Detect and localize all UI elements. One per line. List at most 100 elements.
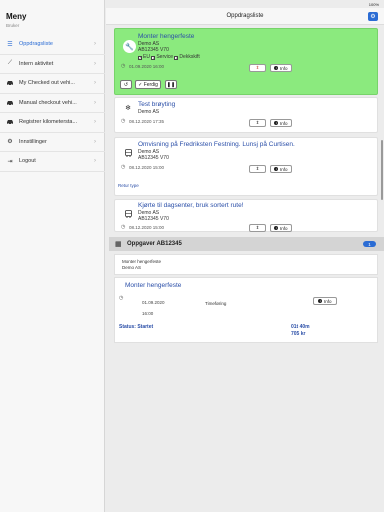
sidebar-item-oppdragsliste[interactable]: ☰ Oppdragsliste › (0, 35, 105, 55)
info-icon: i (274, 121, 279, 125)
menu-subtitle: Bruker (6, 23, 20, 28)
info-button[interactable]: i Info (270, 165, 292, 173)
info-icon: i (274, 167, 279, 171)
summary-title: Monter hengerfeste (122, 259, 162, 264)
task-customer: Demo AS (138, 109, 160, 115)
task-title: Omvisning på Fredriksten Festning. Lunsj… (138, 141, 295, 148)
chevron-down-icon: ⇕ (255, 166, 260, 171)
price-text: 705 kr (291, 331, 306, 337)
info-icon: i (318, 299, 323, 303)
battery-level: 100% (368, 2, 379, 7)
task-title: Kjørte til dagsenter, bruk sortert rute! (138, 202, 244, 209)
sidebar-item-innstillinger[interactable]: ⚙ Innstillinger › (0, 133, 105, 152)
list-icon: ☰ (7, 41, 13, 48)
check-label-eu: EU (143, 54, 150, 60)
task-checks: ✓EU ✓Service ✓Dekkskift (138, 54, 200, 60)
info-label: Info (279, 120, 288, 126)
car-icon (5, 79, 15, 87)
grid-icon: ▦ (115, 241, 122, 248)
task-date: 01.09.2020 16:00 (129, 64, 165, 69)
settings-button[interactable]: ⚙ (368, 12, 378, 21)
info-button[interactable]: i Info (270, 119, 292, 127)
sidebar-item-label: Innstillinger (19, 138, 47, 145)
task-date: 08.12.2020 17:35 (129, 119, 165, 124)
detail-date: 01.09.2020 (142, 300, 165, 305)
info-label: Info (279, 166, 288, 172)
undo-button[interactable]: ↺ (120, 80, 132, 89)
info-button[interactable]: i Info (313, 297, 337, 305)
sidebar-item-label: Registrer kilometersta... (19, 119, 78, 126)
chevron-right-icon: › (94, 158, 96, 165)
count-badge: 1 (363, 241, 376, 247)
expand-button[interactable]: ⇕ (249, 165, 266, 173)
chevron-right-icon: › (94, 99, 96, 106)
car-icon (5, 99, 15, 107)
oppgaver-header[interactable]: ▦ Oppgaver AB12345 1 (109, 237, 384, 251)
ferdig-button[interactable]: ✓ Ferdig (135, 80, 161, 89)
top-bar: Oppdragsliste ⚙ (106, 8, 384, 25)
chevron-right-icon: › (94, 41, 96, 48)
detail-title: Monter hengerfeste (125, 282, 182, 289)
checkbox-checked-icon: ✓ (151, 55, 156, 60)
snowflake-icon: ❄ (125, 105, 131, 112)
sidebar-item-label: Logout (19, 158, 36, 165)
detail-time: 16:00 (142, 311, 154, 316)
car-icon (5, 118, 15, 126)
summary-customer: Demo AS (122, 265, 142, 270)
info-icon: i (274, 66, 279, 70)
info-icon: i (274, 226, 279, 230)
task-date: 08.12.2020 15:00 (129, 225, 165, 230)
sidebar-item-registrer-km[interactable]: Registrer kilometersta... › (0, 113, 105, 133)
task-card-active[interactable]: 🔧 Monter hengerfeste Demo AS AB12345 V70… (114, 28, 378, 95)
info-button[interactable]: i Info (270, 64, 292, 72)
chevron-right-icon: › (94, 138, 96, 145)
task-card[interactable]: Omvisning på Fredriksten Festning. Lunsj… (114, 137, 378, 196)
bus-icon (123, 209, 133, 219)
info-button[interactable]: i Info (270, 224, 292, 232)
checkmark-icon: ✓ (138, 81, 143, 88)
expand-button[interactable]: ⇕ (249, 64, 266, 72)
clock-icon: ◷ (121, 63, 126, 69)
users-gear-icon: ⚙ (7, 139, 13, 146)
task-date: 08.12.2020 15:00 (129, 165, 165, 170)
pause-button[interactable]: ❚❚ (165, 80, 177, 89)
pause-icon: ❚❚ (166, 81, 176, 88)
check-label-service: Service (156, 54, 174, 60)
clock-icon: ◷ (121, 164, 126, 170)
sidebar-item-my-checked-out[interactable]: My Checked out vehi... › (0, 74, 105, 94)
wrench-icon: 🔧 (123, 40, 136, 53)
task-vehicle: AB12345 V70 (138, 47, 169, 53)
task-vehicle: AB12345 V70 (138, 155, 169, 161)
task-detail-card[interactable]: Monter hengerfeste ◷ 01.09.2020 16:00 Ti… (114, 277, 378, 343)
registration-type: Timeføring (205, 301, 227, 306)
duration-text: 01t 40m (291, 324, 310, 330)
undo-icon: ↺ (123, 81, 129, 88)
sidebar-nav: ☰ Oppdragsliste › ⟋ Intern aktivitet › M… (0, 35, 105, 172)
chevron-right-icon: › (94, 119, 96, 126)
task-card[interactable]: ❄ Test brøyting Demo AS ◷ 08.12.2020 17:… (114, 97, 378, 133)
chevron-down-icon: ⇕ (255, 65, 260, 70)
sidebar-item-intern-aktivitet[interactable]: ⟋ Intern aktivitet › (0, 55, 105, 74)
sidebar: Meny Bruker ☰ Oppdragsliste › ⟋ Intern a… (0, 0, 105, 512)
sidebar-item-manual-checkout[interactable]: Manual checkout vehi... › (0, 94, 105, 113)
info-label: Info (279, 225, 288, 231)
retur-type-link[interactable]: Retur type (118, 183, 139, 188)
bus-icon (123, 148, 133, 158)
clock-icon: ◷ (121, 118, 126, 124)
task-title: Monter hengerfeste (138, 33, 195, 40)
list-scrollbar[interactable] (381, 140, 383, 200)
gear-icon: ⚙ (370, 14, 376, 20)
task-card[interactable]: Kjørte til dagsenter, bruk sortert rute!… (114, 199, 378, 232)
status-text: Status: Startet (119, 324, 154, 330)
chevron-right-icon: › (94, 60, 96, 67)
expand-button[interactable]: ⇕ (249, 119, 266, 127)
clock-icon: ◷ (121, 224, 126, 230)
sidebar-item-label: My Checked out vehi... (19, 80, 75, 87)
sidebar-item-logout[interactable]: ⇥ Logout › (0, 152, 105, 172)
expand-button[interactable]: ⇕ (249, 224, 266, 232)
oppgaver-summary: Monter hengerfeste Demo AS (114, 254, 378, 275)
oppgaver-label: Oppgaver AB12345 (127, 241, 182, 247)
sidebar-item-label: Intern aktivitet (19, 60, 54, 67)
check-label-dekkskift: Dekkskift (179, 54, 200, 60)
info-label: Info (323, 298, 332, 304)
